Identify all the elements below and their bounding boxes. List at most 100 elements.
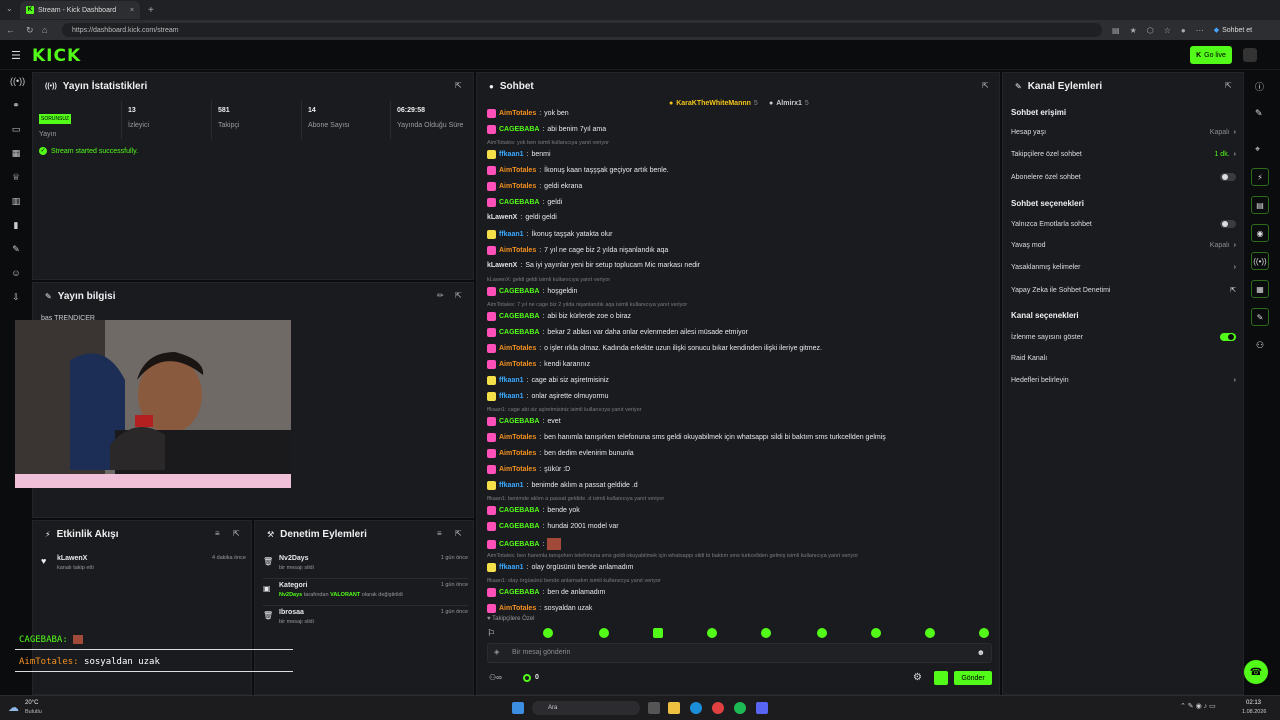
subs-chat-toggle[interactable]: [1220, 173, 1236, 181]
chat-username[interactable]: CAGEBABA: [499, 541, 539, 548]
video-icon[interactable]: ▭: [10, 124, 22, 136]
popout-icon[interactable]: ⇱: [455, 291, 462, 300]
pencil-icon[interactable]: ✎: [1255, 108, 1263, 119]
emoji-picker-icon[interactable]: ☻: [977, 648, 985, 657]
reply-reference[interactable]: ffkaan1: cage abi siz aşiretmisiniz isim…: [487, 407, 642, 413]
go-live-button[interactable]: K Go live: [1190, 46, 1232, 64]
reply-reference[interactable]: AimTotales: yok ben isimli kullanıcıya y…: [487, 140, 609, 146]
chat-username[interactable]: CAGEBABA: [499, 288, 539, 295]
popout-icon[interactable]: ⇱: [1225, 81, 1232, 90]
slow-mode-row[interactable]: Yavaş mod Kapalı ›: [1011, 242, 1236, 249]
rail-wrench-icon[interactable]: ✎: [1251, 308, 1269, 326]
show-viewers-row[interactable]: İzlenme sayısını göster: [1011, 333, 1236, 341]
refresh-icon[interactable]: ↻: [26, 25, 34, 36]
help-support-button[interactable]: ☎: [1244, 660, 1268, 684]
mod-user[interactable]: Ibrosaa: [279, 609, 304, 616]
crosshair-icon[interactable]: ⌖: [1255, 144, 1260, 155]
emote-button[interactable]: [934, 671, 948, 685]
chat-username[interactable]: CAGEBABA: [499, 313, 539, 320]
emotes-only-toggle[interactable]: [1220, 220, 1236, 228]
popout-icon[interactable]: ⇱: [455, 529, 462, 538]
scrollbar[interactable]: [999, 563, 1000, 613]
tab-close-icon[interactable]: ×: [130, 7, 134, 14]
spotify-icon[interactable]: [734, 702, 746, 714]
followers-chat-row[interactable]: Takipçilere özel sohbet 1 dk. ›: [1011, 151, 1236, 158]
account-age-row[interactable]: Hesap yaşı Kapalı ›: [1011, 129, 1236, 136]
reply-reference[interactable]: ffkaan1: benimde aklım a passat geldide …: [487, 496, 664, 502]
chat-username[interactable]: CAGEBABA: [499, 507, 539, 514]
reply-reference[interactable]: kLawenX: geldi geldi isimli kullanıcıya …: [487, 277, 610, 283]
emote-icon[interactable]: [761, 628, 771, 638]
stream-icon[interactable]: ((•)): [10, 76, 25, 88]
chat-username[interactable]: CAGEBABA: [499, 418, 539, 425]
edge-icon[interactable]: [690, 702, 702, 714]
pinned-user[interactable]: ● Almirx1 5: [769, 100, 809, 107]
clock-date[interactable]: 1.08.2026: [1242, 709, 1266, 715]
chat-username[interactable]: CAGEBABA: [499, 199, 539, 206]
mod-user[interactable]: Nv2Days: [279, 555, 309, 562]
ai-moderation-row[interactable]: Yapay Zeka ile Sohbet Denetimi ⇱: [1011, 286, 1236, 295]
chat-username[interactable]: CAGEBABA: [499, 523, 539, 530]
chat-username[interactable]: AimTotales: [499, 434, 536, 441]
kick-logo[interactable]: KICK: [32, 46, 81, 66]
chat-username[interactable]: CAGEBABA: [499, 329, 539, 336]
chat-username[interactable]: kLawenX: [487, 262, 517, 269]
raid-row[interactable]: Raid Kanalı: [1011, 355, 1236, 362]
edit-icon[interactable]: ✏: [437, 291, 444, 300]
new-tab-icon[interactable]: +: [148, 5, 154, 16]
popout-icon[interactable]: ⇱: [233, 529, 240, 538]
chat-username[interactable]: kLawenX: [487, 214, 517, 221]
pinned-user[interactable]: ● KaraKTheWhiteMannn 5: [669, 100, 758, 107]
tray-icons[interactable]: ⌃ ✎ ◉ ♪ ▭: [1180, 702, 1216, 710]
library-icon[interactable]: ▥: [10, 196, 22, 208]
user-icon[interactable]: ⚐: [487, 628, 495, 639]
copilot-button[interactable]: ◆ Sohbet et: [1214, 26, 1252, 35]
info-icon[interactable]: ⓘ: [1255, 80, 1264, 93]
chat-username[interactable]: AimTotales: [499, 247, 536, 254]
send-button[interactable]: Gönder: [954, 671, 992, 685]
users-group-icon[interactable]: ⚇: [1256, 340, 1264, 351]
emote-icon[interactable]: [707, 628, 717, 638]
trophy-icon[interactable]: ♕: [10, 172, 22, 184]
chat-username[interactable]: ffkaan1: [499, 377, 524, 384]
chat-username[interactable]: AimTotales: [499, 110, 536, 117]
rail-broadcast-icon[interactable]: ((•)): [1251, 252, 1269, 270]
reader-icon[interactable]: ▤: [1112, 26, 1120, 35]
chat-username[interactable]: CAGEBABA: [499, 126, 539, 133]
activity-user[interactable]: kLawenX: [57, 555, 87, 562]
popout-icon[interactable]: ⇱: [455, 81, 462, 90]
tools-icon[interactable]: ✎: [10, 244, 22, 256]
community-icon[interactable]: ☺: [10, 268, 22, 280]
show-viewers-toggle[interactable]: [1220, 333, 1236, 341]
rail-document-icon[interactable]: ▤: [1251, 196, 1269, 214]
chat-username[interactable]: AimTotales: [499, 605, 536, 612]
download-icon[interactable]: ⇩: [10, 292, 22, 304]
tab-menu-icon[interactable]: ⌄: [6, 4, 13, 13]
subs-chat-row[interactable]: Abonelere özel sohbet: [1011, 173, 1236, 181]
chat-username[interactable]: ffkaan1: [499, 151, 524, 158]
rail-bolt-icon[interactable]: ⚡: [1251, 168, 1269, 186]
settings-gear-icon[interactable]: ⚙: [913, 672, 922, 683]
start-icon[interactable]: [512, 702, 524, 714]
chrome-icon[interactable]: [712, 702, 724, 714]
home-icon[interactable]: ⌂: [42, 25, 47, 35]
collections-icon[interactable]: ☆: [1164, 26, 1171, 35]
emote-icon[interactable]: [979, 628, 989, 638]
emote-icon[interactable]: [599, 628, 609, 638]
link-icon[interactable]: ⚭: [10, 100, 22, 112]
more-icon[interactable]: ⋯: [1196, 26, 1204, 35]
extensions-icon[interactable]: ⬡: [1147, 26, 1154, 35]
chat-username[interactable]: ffkaan1: [499, 564, 524, 571]
chat-input[interactable]: ◈ Bir mesaj gönderin ☻: [487, 643, 992, 663]
users-icon[interactable]: ⚇∞: [489, 673, 502, 682]
analytics-icon[interactable]: ▮: [10, 220, 22, 232]
user-avatar[interactable]: [1243, 48, 1257, 62]
reply-reference[interactable]: AimTotales: ben hanımla tanışırken telef…: [487, 553, 858, 559]
profile-avatar-icon[interactable]: ●: [1181, 26, 1186, 35]
filter-icon[interactable]: ≡: [215, 529, 220, 538]
emote-icon[interactable]: [871, 628, 881, 638]
task-view-icon[interactable]: [648, 702, 660, 714]
chat-username[interactable]: ffkaan1: [499, 231, 524, 238]
address-field[interactable]: https://dashboard.kick.com/stream: [62, 23, 1102, 37]
discord-icon[interactable]: [756, 702, 768, 714]
